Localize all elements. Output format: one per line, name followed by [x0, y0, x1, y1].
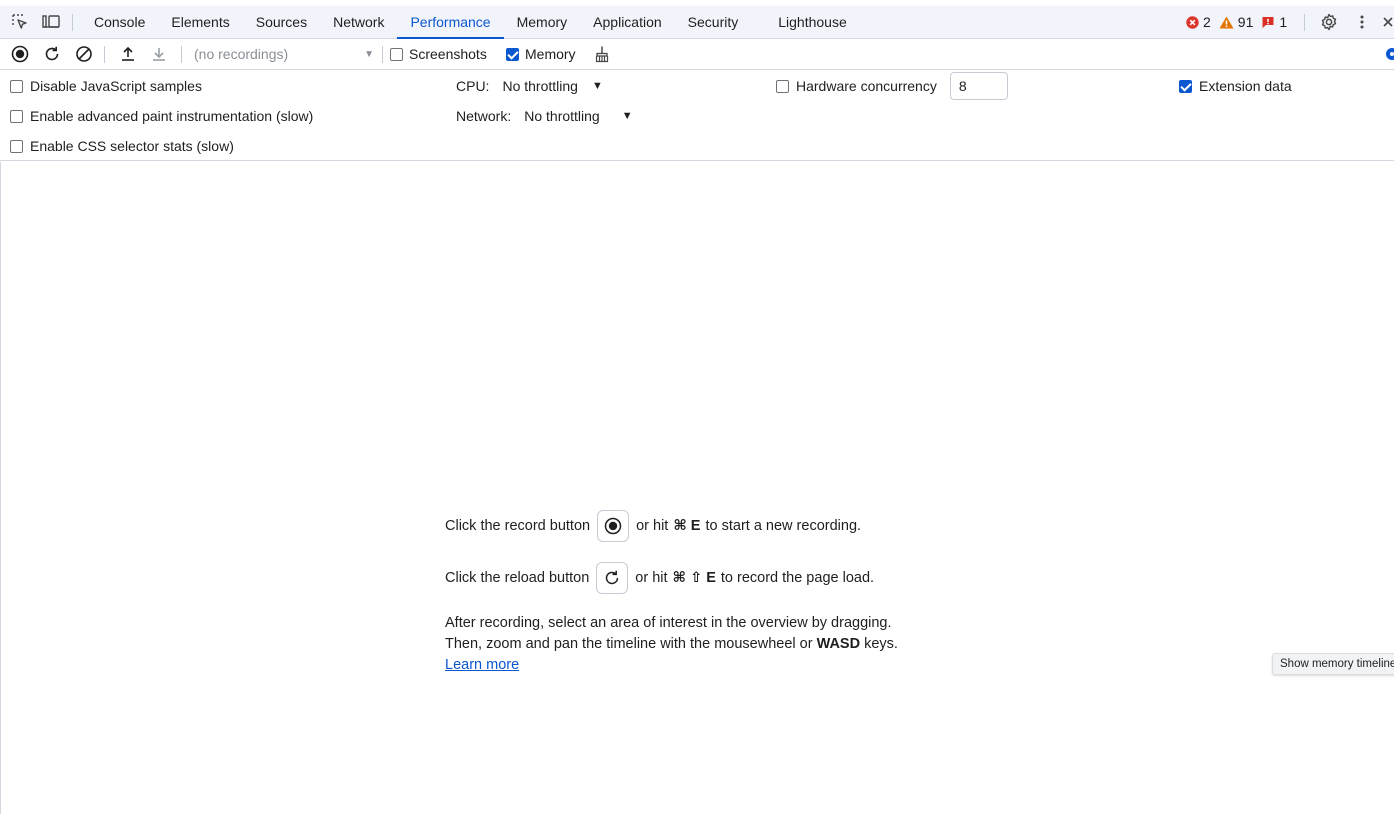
more-options-icon[interactable] — [1348, 6, 1376, 38]
clear-button[interactable] — [72, 39, 96, 69]
reload-instruction-suffix: to record the page load. — [720, 570, 875, 586]
reload-shortcut: ⌘ ⇧ E — [672, 570, 716, 586]
reload-icon — [45, 46, 59, 61]
reload-instruction-or: or hit — [635, 570, 668, 586]
clear-icon — [76, 46, 92, 62]
hardware-concurrency-label: Hardware concurrency — [796, 78, 937, 94]
cpu-label: CPU: — [456, 78, 490, 94]
performance-toolbar: (no recordings) ▼ Screenshots Memory — [0, 39, 1394, 70]
toolbar-separator — [181, 46, 182, 63]
reload-record-button[interactable] — [40, 39, 64, 69]
advanced-paint-checkbox[interactable] — [10, 109, 23, 123]
tab-sources[interactable]: Sources — [243, 6, 320, 38]
landing-reload-button[interactable] — [596, 562, 629, 594]
record-shortcut: ⌘ E — [673, 518, 701, 534]
cpu-throttling-value: No throttling — [502, 78, 578, 94]
help-line-1: After recording, select an area of inter… — [445, 615, 892, 631]
chevron-down-icon: ▼ — [591, 80, 603, 92]
record-instruction-text: Click the record button — [445, 518, 591, 534]
toolbar-separator — [104, 46, 105, 63]
after-recording-help: After recording, select an area of inter… — [445, 613, 898, 676]
recordings-dropdown[interactable]: (no recordings) ▼ — [194, 39, 378, 69]
css-selector-stats-label: Enable CSS selector stats (slow) — [30, 138, 234, 154]
error-count: 2 — [1203, 14, 1211, 30]
advanced-paint-option[interactable]: Enable advanced paint instrumentation (s… — [10, 106, 313, 126]
close-devtools-icon[interactable] — [1378, 6, 1394, 38]
reload-instruction: Click the reload button or hit ⌘ ⇧ E to … — [445, 562, 874, 594]
tab-performance[interactable]: Performance — [397, 6, 504, 39]
chevron-down-icon: ▼ — [364, 48, 374, 60]
hardware-concurrency-option[interactable]: Hardware concurrency 8 — [776, 72, 1008, 100]
toolbar-separator — [382, 46, 383, 63]
extension-data-label: Extension data — [1199, 78, 1292, 94]
network-throttling-value: No throttling — [524, 108, 600, 124]
screenshots-toggle[interactable]: Screenshots — [390, 39, 487, 69]
tab-console[interactable]: Console — [81, 6, 158, 38]
help-line-2: Then, zoom and pan the timeline with the… — [445, 634, 898, 655]
network-throttling-select[interactable]: Network: No throttling ▼ — [456, 106, 633, 126]
tab-lighthouse[interactable]: Lighthouse — [765, 6, 860, 38]
record-instruction-suffix: to start a new recording. — [705, 518, 862, 534]
landing-record-button[interactable] — [597, 510, 630, 542]
record-icon — [604, 517, 622, 535]
help-line-2-suffix: keys. — [864, 636, 898, 652]
memory-checkbox[interactable] — [506, 47, 519, 61]
memory-label: Memory — [525, 46, 576, 62]
capture-settings-icon[interactable] — [1380, 39, 1394, 69]
record-instruction: Click the record button or hit ⌘ E to st… — [445, 510, 861, 542]
tab-application[interactable]: Application — [580, 6, 675, 38]
hardware-concurrency-input[interactable]: 8 — [949, 72, 1008, 100]
disable-js-samples-checkbox[interactable] — [10, 79, 23, 93]
record-instruction-or: or hit — [636, 518, 669, 534]
error-icon — [1186, 15, 1199, 29]
reload-instruction-text: Click the reload button — [445, 570, 590, 586]
record-button[interactable] — [8, 39, 32, 69]
panel-left-border — [0, 162, 1, 814]
capture-settings-pane: Disable JavaScript samples Enable advanc… — [0, 70, 1394, 161]
warning-count: 91 — [1237, 14, 1254, 30]
screenshots-label: Screenshots — [409, 46, 487, 62]
css-selector-stats-option[interactable]: Enable CSS selector stats (slow) — [10, 136, 234, 156]
help-line-2-text: Then, zoom and pan the timeline with the… — [445, 636, 813, 652]
upload-icon — [122, 46, 134, 61]
issue-flag-icon — [1262, 16, 1274, 28]
tab-network[interactable]: Network — [320, 6, 397, 38]
network-label: Network: — [456, 108, 512, 124]
reload-icon — [606, 570, 619, 585]
disable-js-samples-option[interactable]: Disable JavaScript samples — [10, 76, 202, 96]
learn-more-link[interactable]: Learn more — [445, 657, 519, 673]
collect-garbage-button[interactable] — [590, 39, 614, 69]
record-icon — [11, 45, 29, 63]
css-selector-stats-checkbox[interactable] — [10, 139, 23, 153]
devtools-tabbar: Console Elements Sources Network Perform… — [0, 6, 1394, 39]
issue-count: 1 — [1279, 14, 1288, 30]
tabbar-separator — [72, 14, 73, 31]
device-toolbar-icon[interactable] — [37, 6, 65, 38]
tab-elements[interactable]: Elements — [158, 6, 242, 38]
status-separator — [1304, 14, 1305, 31]
memory-tooltip: Show memory timeline — [1272, 653, 1394, 675]
load-profile-button[interactable] — [116, 39, 140, 69]
save-profile-button[interactable] — [147, 39, 171, 69]
broom-icon — [595, 46, 609, 63]
advanced-paint-label: Enable advanced paint instrumentation (s… — [30, 108, 314, 124]
screenshots-checkbox[interactable] — [390, 47, 403, 61]
recordings-dropdown-value: (no recordings) — [194, 46, 289, 62]
inspect-element-icon[interactable] — [6, 6, 34, 38]
memory-toggle[interactable]: Memory — [506, 39, 576, 69]
panel-tabs: Console Elements Sources Network Perform… — [81, 6, 860, 39]
help-line-2-keys: WASD — [816, 636, 861, 652]
cpu-throttling-select[interactable]: CPU: No throttling ▼ — [456, 76, 603, 96]
download-icon — [153, 48, 165, 61]
disable-js-samples-label: Disable JavaScript samples — [30, 78, 202, 94]
tab-security[interactable]: Security — [675, 6, 752, 38]
hardware-concurrency-checkbox[interactable] — [776, 79, 789, 93]
console-status-counters[interactable]: 2 91 1 — [1186, 6, 1295, 38]
tab-memory[interactable]: Memory — [504, 6, 581, 38]
chevron-down-icon: ▼ — [621, 110, 633, 122]
settings-gear-icon[interactable] — [1315, 6, 1343, 38]
warning-icon — [1219, 16, 1234, 28]
extension-data-option[interactable]: Extension data — [1179, 76, 1292, 96]
extension-data-checkbox[interactable] — [1179, 79, 1192, 93]
